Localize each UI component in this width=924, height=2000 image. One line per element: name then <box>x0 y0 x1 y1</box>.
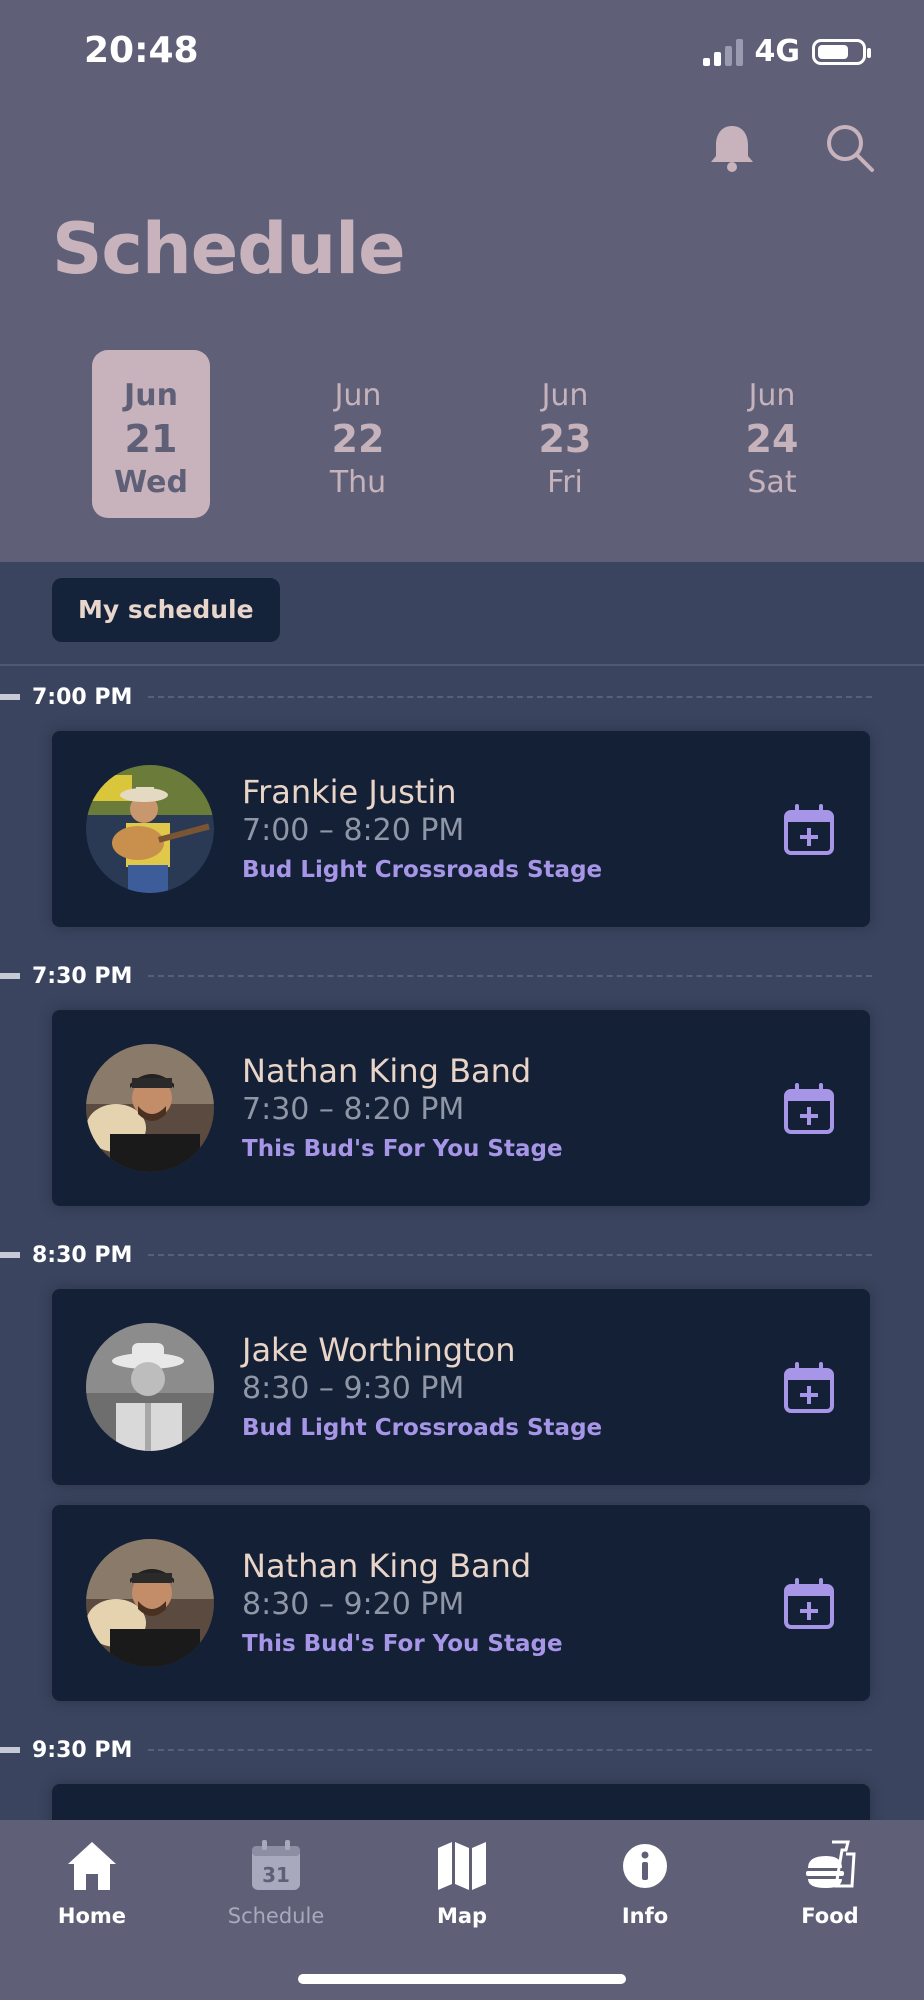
tab-label: Food <box>801 1904 859 1928</box>
calendar-icon: 31 <box>252 1840 300 1890</box>
search-icon[interactable] <box>820 118 880 178</box>
time-divider <box>148 975 872 977</box>
time-tick <box>0 1747 20 1753</box>
food-icon <box>806 1840 856 1888</box>
add-to-calendar-icon[interactable] <box>782 803 836 857</box>
tab-label: Map <box>436 1904 488 1928</box>
day-number: 22 <box>331 417 385 461</box>
tab-info[interactable]: Info <box>575 1838 715 1928</box>
tab-food[interactable]: Food <box>760 1838 900 1928</box>
time-slot-label: 7:00 PM <box>32 684 133 710</box>
time-tick <box>0 973 20 979</box>
home-indicator <box>298 1974 626 1984</box>
day-weekday: Sat <box>747 465 797 500</box>
day-weekday: Wed <box>114 465 188 500</box>
event-time: 7:30 – 8:20 PM <box>242 1092 465 1127</box>
tab-label: Info <box>621 1904 669 1928</box>
event-card[interactable]: Jake Worthington 8:30 – 9:30 PM Bud Ligh… <box>52 1289 870 1485</box>
artist-avatar <box>86 1539 214 1667</box>
header: 20:48 4G Schedule Jun 21 Wed Jun 22 Thu … <box>0 0 924 562</box>
day-tab-24[interactable]: Jun 24 Sat <box>713 350 831 518</box>
event-time: 8:30 – 9:30 PM <box>242 1371 465 1406</box>
time-slot-header: 7:00 PM <box>0 682 872 712</box>
artist-name: Jake Worthington <box>242 1331 516 1369</box>
bell-icon[interactable] <box>702 118 762 178</box>
time-slot-label: 8:30 PM <box>32 1242 133 1268</box>
event-card[interactable]: Nathan King Band 7:30 – 8:20 PM This Bud… <box>52 1010 870 1206</box>
battery-icon <box>812 38 871 65</box>
network-label: 4G <box>754 34 801 69</box>
add-to-calendar-icon[interactable] <box>782 1577 836 1631</box>
time-slot-label: 7:30 PM <box>32 963 133 989</box>
time-slot-header: 7:30 PM <box>0 961 872 991</box>
stage-name: Bud Light Crossroads Stage <box>242 857 603 883</box>
stage-name: This Bud's For You Stage <box>242 1136 563 1162</box>
event-time: 7:00 – 8:20 PM <box>242 813 465 848</box>
time-slot-header: 8:30 PM <box>0 1240 872 1270</box>
stage-name: This Bud's For You Stage <box>242 1631 563 1657</box>
page-title: Schedule <box>52 208 406 290</box>
day-month: Jun <box>124 378 178 413</box>
status-indicators: 4G <box>702 34 871 69</box>
day-selector: Jun 21 Wed Jun 22 Thu Jun 23 Fri Jun 24 … <box>92 350 852 520</box>
day-weekday: Thu <box>329 465 387 500</box>
add-to-calendar-icon[interactable] <box>782 1082 836 1136</box>
day-weekday: Fri <box>547 465 583 500</box>
filter-bar: My schedule <box>0 562 924 666</box>
artist-name: Nathan King Band <box>242 1052 532 1090</box>
day-tab-23[interactable]: Jun 23 Fri <box>506 350 624 518</box>
calendar-number: 31 <box>262 1863 290 1887</box>
time-divider <box>148 1254 872 1256</box>
day-tab-21[interactable]: Jun 21 Wed <box>92 350 210 518</box>
artist-avatar <box>86 1044 214 1172</box>
signal-icon <box>702 38 743 66</box>
time-slot-header: 9:30 PM <box>0 1735 872 1765</box>
day-number: 21 <box>124 417 178 461</box>
event-card[interactable]: Nathan King Band 8:30 – 9:20 PM This Bud… <box>52 1505 870 1701</box>
time-divider <box>148 696 872 698</box>
time-slot-label: 9:30 PM <box>32 1737 133 1763</box>
day-tab-22[interactable]: Jun 22 Thu <box>299 350 417 518</box>
tab-schedule[interactable]: 31 Schedule <box>206 1838 346 1928</box>
info-icon <box>623 1844 667 1888</box>
time-tick <box>0 694 20 700</box>
artist-name: Nathan King Band <box>242 1547 532 1585</box>
tab-map[interactable]: Map <box>392 1838 532 1928</box>
day-number: 24 <box>745 417 799 461</box>
stage-name: Bud Light Crossroads Stage <box>242 1415 603 1441</box>
bottom-tab-bar: Home 31 Schedule Map Info Food <box>0 1820 924 2000</box>
event-time: 8:30 – 9:20 PM <box>242 1587 465 1622</box>
artist-avatar <box>86 1323 214 1451</box>
map-icon <box>438 1842 486 1890</box>
tab-home[interactable]: Home <box>22 1838 162 1928</box>
artist-avatar <box>86 765 214 893</box>
tab-label: Home <box>57 1904 127 1928</box>
event-card[interactable]: Frankie Justin 7:00 – 8:20 PM Bud Light … <box>52 731 870 927</box>
day-number: 23 <box>538 417 592 461</box>
day-month: Jun <box>334 378 382 413</box>
status-time: 20:48 <box>84 30 199 71</box>
artist-name: Frankie Justin <box>242 773 457 811</box>
my-schedule-filter-button[interactable]: My schedule <box>52 578 280 642</box>
day-month: Jun <box>541 378 589 413</box>
time-divider <box>148 1749 872 1751</box>
day-month: Jun <box>748 378 796 413</box>
home-icon <box>68 1842 116 1890</box>
tab-label: Schedule <box>227 1904 325 1928</box>
time-tick <box>0 1252 20 1258</box>
add-to-calendar-icon[interactable] <box>782 1361 836 1415</box>
